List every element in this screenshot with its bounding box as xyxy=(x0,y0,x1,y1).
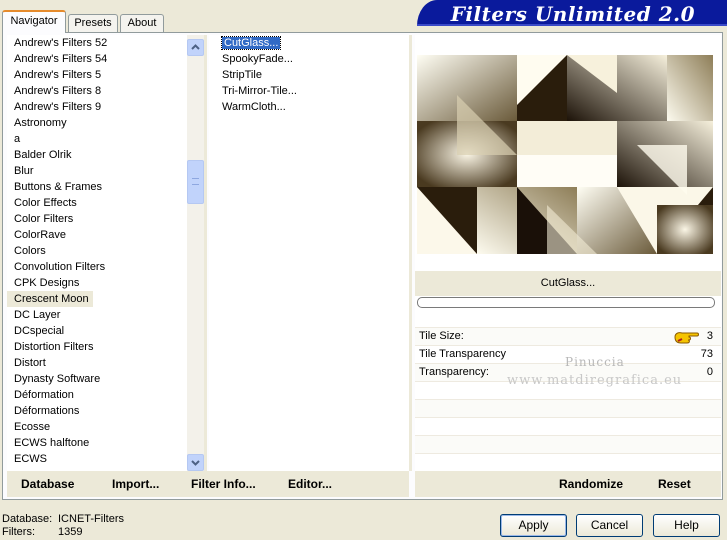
param-value[interactable]: 0 xyxy=(707,364,713,381)
category-item[interactable]: ECWS halftone xyxy=(7,435,187,451)
scroll-thumb[interactable] xyxy=(187,160,204,204)
header-stripe xyxy=(417,24,727,26)
filter-item[interactable]: WarmCloth... xyxy=(209,99,409,115)
category-item[interactable]: Andrew's Filters 8 xyxy=(7,83,187,99)
category-item[interactable]: Andrew's Filters 52 xyxy=(7,35,187,51)
filter-item-label: Tri-Mirror-Tile... xyxy=(222,85,297,97)
param-row-empty xyxy=(415,435,721,453)
filter-item[interactable]: SpookyFade... xyxy=(209,51,409,67)
pointing-hand-icon xyxy=(673,329,701,345)
filter-item-label: WarmCloth... xyxy=(222,101,286,113)
category-item[interactable]: Blur xyxy=(7,163,187,179)
filter-item[interactable]: CutGlass... xyxy=(209,35,409,51)
category-item[interactable]: CPK Designs xyxy=(7,275,187,291)
category-item[interactable]: DCspecial xyxy=(7,323,187,339)
category-item[interactable]: Crescent Moon xyxy=(7,291,93,307)
filter-item[interactable]: StripTile xyxy=(209,67,409,83)
left-toolbar: Database Import... Filter Info... Editor… xyxy=(7,471,409,497)
param-row-empty xyxy=(415,453,721,471)
database-value: ICNET-Filters xyxy=(58,513,124,525)
category-item[interactable]: Buttons & Frames xyxy=(7,179,187,195)
right-toolbar: Randomize Reset xyxy=(415,471,721,497)
param-label: Transparency: xyxy=(419,366,489,378)
category-scrollbar[interactable] xyxy=(187,35,204,471)
filter-items: CutGlass... SpookyFade... StripTile Tri-Mir… xyxy=(209,35,409,115)
randomize-button[interactable]: Randomize xyxy=(559,477,623,491)
chevron-up-icon xyxy=(191,44,200,50)
category-item[interactable]: Andrew's Filters 54 xyxy=(7,51,187,67)
category-item[interactable]: Color Effects xyxy=(7,195,187,211)
header-banner: Filters Unlimited 2.0 xyxy=(417,0,727,26)
category-item[interactable]: Dynasty Software xyxy=(7,371,187,387)
param-row-empty xyxy=(415,417,721,435)
parameter-list: Tile Size: 3 Tile Transparency 73 Transp… xyxy=(415,327,721,489)
category-item[interactable]: Balder Olrik xyxy=(7,147,187,163)
category-item[interactable]: Color Filters xyxy=(7,211,187,227)
tab-about[interactable]: About xyxy=(120,14,164,33)
scroll-down-button[interactable] xyxy=(187,454,204,471)
category-item[interactable]: Déformation xyxy=(7,387,187,403)
category-items: Andrew's Filters 52 Andrew's Filters 54 An… xyxy=(7,35,187,467)
apply-button[interactable]: Apply xyxy=(500,514,567,537)
param-label: Tile Transparency xyxy=(419,348,507,360)
filters-count-value: 1359 xyxy=(58,526,83,538)
pane-divider[interactable] xyxy=(409,35,412,471)
category-item[interactable]: Distortion Filters xyxy=(7,339,187,355)
filter-list[interactable]: CutGlass... SpookyFade... StripTile Tri-Mir… xyxy=(209,35,409,471)
progress-bar xyxy=(417,297,715,308)
filter-item-label: StripTile xyxy=(222,69,262,81)
database-label: Database: xyxy=(2,513,53,525)
import-button[interactable]: Import... xyxy=(112,477,159,491)
tab-navigator[interactable]: Navigator xyxy=(2,10,66,33)
preview-image xyxy=(417,55,713,254)
category-item[interactable]: DC Layer xyxy=(7,307,187,323)
param-value[interactable]: 3 xyxy=(707,328,713,345)
category-item[interactable]: Andrew's Filters 5 xyxy=(7,67,187,83)
reset-button[interactable]: Reset xyxy=(658,477,691,491)
status-info: Database: ICNET-Filters Filters: 1359 xyxy=(2,513,124,539)
tab-presets[interactable]: Presets xyxy=(68,14,118,33)
filter-item[interactable]: Tri-Mirror-Tile... xyxy=(209,83,409,99)
preview-panel: CutGlass... Tile Size: 3 Tile Transparen… xyxy=(415,35,721,489)
selected-filter-name: CutGlass... xyxy=(415,271,721,296)
database-button[interactable]: Database xyxy=(21,477,74,491)
category-item[interactable]: Convolution Filters xyxy=(7,259,187,275)
watermark-url: www.matdiregrafica.eu xyxy=(507,373,683,388)
main-panel: Andrew's Filters 52 Andrew's Filters 54 An… xyxy=(2,32,723,500)
param-label: Tile Size: xyxy=(419,330,464,342)
cancel-button[interactable]: Cancel xyxy=(576,514,643,537)
category-item[interactable]: a xyxy=(7,131,187,147)
param-row-empty xyxy=(415,399,721,417)
filter-item-label: SpookyFade... xyxy=(222,53,293,65)
chevron-down-icon xyxy=(191,460,200,466)
category-list[interactable]: Andrew's Filters 52 Andrew's Filters 54 An… xyxy=(7,35,187,471)
category-item[interactable]: Astronomy xyxy=(7,115,187,131)
category-item[interactable]: ColorRave xyxy=(7,227,187,243)
param-value[interactable]: 73 xyxy=(701,346,713,363)
app-title: Filters Unlimited 2.0 xyxy=(450,2,695,26)
category-item[interactable]: Colors xyxy=(7,243,187,259)
editor-button[interactable]: Editor... xyxy=(288,477,332,491)
category-item[interactable]: ECWS xyxy=(7,451,187,467)
help-button[interactable]: Help xyxy=(653,514,720,537)
watermark-name: Pinuccia xyxy=(565,355,625,369)
filter-info-button[interactable]: Filter Info... xyxy=(191,477,256,491)
category-item[interactable]: Distort xyxy=(7,355,187,371)
category-item[interactable]: Déformations xyxy=(7,403,187,419)
category-item[interactable]: Ecosse xyxy=(7,419,187,435)
category-item[interactable]: Andrew's Filters 9 xyxy=(7,99,187,115)
pane-divider[interactable] xyxy=(204,35,207,471)
scroll-up-button[interactable] xyxy=(187,39,204,56)
param-row-tile-size[interactable]: Tile Size: 3 xyxy=(415,327,721,345)
filters-count-label: Filters: xyxy=(2,526,35,538)
filter-item-label: CutGlass... xyxy=(220,36,282,50)
